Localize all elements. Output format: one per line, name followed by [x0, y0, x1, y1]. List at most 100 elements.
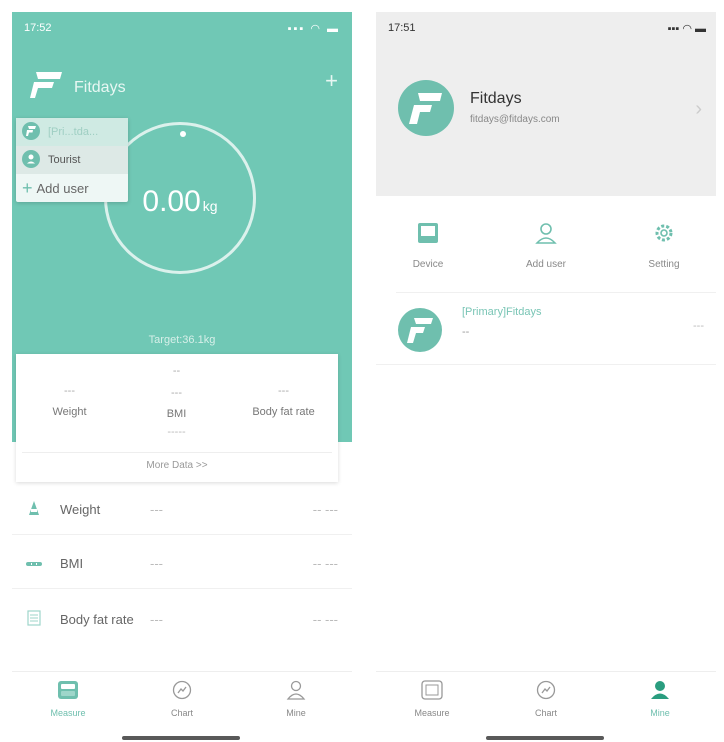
divider: [12, 534, 352, 535]
bmi-icon: [22, 555, 46, 571]
weight-unit: kg: [202, 198, 218, 214]
divider: [376, 364, 716, 365]
user-menu-item-primary[interactable]: [Pri...tda...: [16, 118, 128, 146]
person-icon: [22, 149, 40, 171]
tab-mine[interactable]: Mine: [620, 680, 700, 718]
profile-name: Fitdays: [470, 90, 522, 107]
tab-label: Mine: [286, 708, 306, 718]
weight-value: 0.00: [142, 185, 201, 218]
tab-bar: Measure Chart Mine: [12, 671, 352, 742]
chart-icon: [506, 680, 586, 702]
metric-value: ---: [150, 611, 163, 627]
summary-bmi-label: BMI: [166, 408, 187, 420]
measurement-summary-card: --- Weight -- --- BMI ----- --- Body fat…: [16, 354, 338, 482]
add-user-icon: [506, 222, 586, 247]
target-weight: Target:36.1kg: [148, 334, 216, 346]
device-icon: [388, 222, 468, 247]
plus-icon: +: [22, 177, 33, 198]
metric-change: -- ---: [312, 501, 338, 517]
metric-change: -- ---: [312, 555, 338, 571]
user-list-item[interactable]: [Primary]Fitdays -- ---: [376, 292, 716, 364]
fitdays-avatar-icon: [398, 308, 442, 357]
status-time: 17:51: [388, 22, 416, 34]
tab-label: Mine: [650, 708, 670, 718]
profile-header: 17:51 ▪▪▪ ◠ ▬ Fitdays fitdays@fitdays.co…: [376, 12, 716, 196]
metric-value: ---: [150, 501, 163, 517]
tab-chart[interactable]: Chart: [506, 680, 586, 718]
summary-bmi-value: ---: [171, 387, 182, 399]
body-fat-icon: [22, 609, 46, 629]
user-menu-item-add-user[interactable]: + Add user: [16, 174, 128, 202]
fitdays-avatar-icon: [398, 80, 454, 141]
tab-label: Chart: [170, 708, 193, 718]
chart-icon: [142, 680, 222, 702]
summary-bmi: -- --- BMI -----: [123, 364, 230, 438]
home-indicator: [486, 736, 604, 740]
setting-label: Setting: [648, 259, 680, 270]
dial-indicator: [180, 131, 186, 137]
home-indicator: [122, 736, 240, 740]
tab-label: Measure: [50, 708, 86, 718]
user-menu-label: Add user: [36, 180, 89, 196]
metric-change: -- ---: [312, 611, 338, 627]
summary-body-fat-value: ---: [278, 385, 289, 397]
metric-label: Weight: [60, 501, 101, 517]
profile-email: fitdays@fitdays.com: [470, 114, 560, 125]
status-bar: 17:51 ▪▪▪ ◠ ▬: [388, 22, 706, 35]
scale-icon: [22, 500, 46, 519]
user-name: [Primary]Fitdays: [462, 306, 542, 318]
fitdays-logo-icon: [30, 70, 64, 105]
user-menu-label: [Pri...tda...: [48, 126, 99, 138]
scale-icon: [28, 680, 108, 702]
summary-body-fat-label: Body fat rate: [252, 406, 315, 418]
measure-screen: 17:52 ▪▪▪ ◠ ▬ Fitdays + 0.00 kg Target:36…: [12, 12, 352, 742]
tab-chart[interactable]: Chart: [142, 680, 222, 718]
summary-weight-value: ---: [64, 385, 75, 397]
status-time: 17:52: [24, 22, 52, 34]
status-bar: 17:52 ▪▪▪ ◠ ▬: [24, 22, 340, 35]
brand-header[interactable]: Fitdays: [30, 70, 126, 105]
tab-label: Chart: [534, 708, 557, 718]
summary-weight: --- Weight: [16, 384, 123, 418]
tab-bar: Measure Chart Mine: [376, 671, 716, 742]
scale-icon: [392, 680, 472, 702]
mine-screen: 17:51 ▪▪▪ ◠ ▬ Fitdays fitdays@fitdays.co…: [376, 12, 716, 742]
summary-body-fat: --- Body fat rate: [230, 384, 337, 418]
metric-label: BMI: [60, 555, 84, 571]
user-subtitle: --: [462, 326, 470, 338]
setting-button[interactable]: Setting: [624, 222, 704, 270]
more-data-link[interactable]: More Data >>: [16, 460, 338, 471]
metric-row-bmi[interactable]: BMI --- -- ---: [12, 538, 352, 588]
user-switch-menu: [Pri...tda... Tourist + Add user: [16, 118, 128, 202]
app-name: Fitdays: [74, 78, 126, 96]
fitdays-avatar-icon: [22, 121, 40, 143]
user-menu-item-tourist[interactable]: Tourist: [16, 146, 128, 174]
tab-label: Measure: [414, 708, 450, 718]
gear-icon: [624, 222, 704, 247]
tab-mine[interactable]: Mine: [256, 680, 336, 718]
status-icons: ▪▪▪ ◠ ▬: [667, 23, 706, 35]
divider: [22, 452, 332, 453]
summary-bmi-top: --: [172, 365, 181, 377]
user-value: ---: [693, 320, 704, 332]
metric-label: Body fat rate: [60, 611, 134, 627]
chevron-right-icon[interactable]: ›: [695, 98, 702, 121]
user-menu-label: Tourist: [48, 154, 81, 166]
person-icon: [256, 680, 336, 702]
add-button[interactable]: +: [325, 70, 338, 92]
dial-reading: 0.00 kg: [107, 185, 253, 219]
metric-row-body-fat[interactable]: Body fat rate --- -- ---: [12, 594, 352, 644]
add-user-label: Add user: [525, 259, 567, 270]
summary-weight-label: Weight: [52, 406, 87, 418]
status-icons: ▪▪▪ ◠ ▬: [287, 23, 340, 35]
device-button[interactable]: Device: [388, 222, 468, 270]
tab-measure[interactable]: Measure: [28, 680, 108, 718]
add-user-button[interactable]: Add user: [506, 222, 586, 270]
person-icon: [620, 680, 700, 702]
divider: [12, 588, 352, 589]
metric-row-weight[interactable]: Weight --- -- ---: [12, 484, 352, 534]
device-label: Device: [412, 259, 444, 270]
metric-value: ---: [150, 555, 163, 571]
tab-measure[interactable]: Measure: [392, 680, 472, 718]
summary-bmi-sub: -----: [167, 426, 186, 438]
